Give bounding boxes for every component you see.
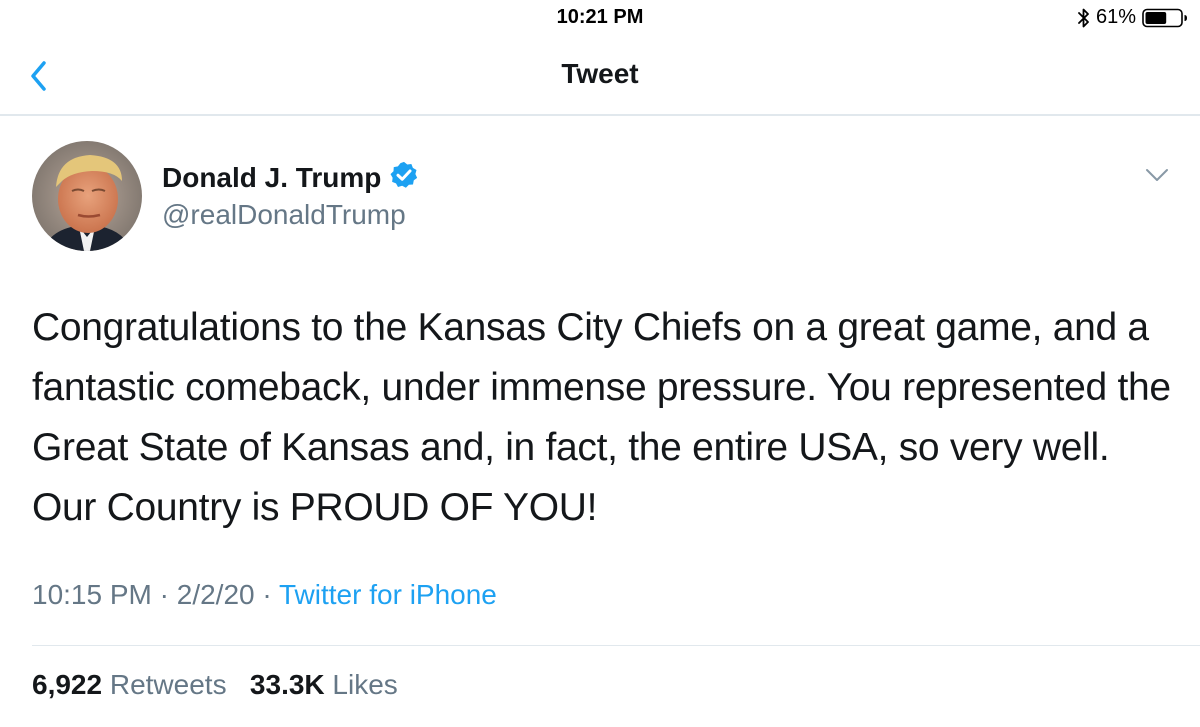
tweet-meta: 10:15 PM · 2/2/20 · Twitter for iPhone [32,579,497,611]
author-name-row[interactable]: Donald J. Trump [162,160,419,195]
tweet-source-link[interactable]: Twitter for iPhone [279,579,497,610]
retweets-label: Retweets [109,669,227,700]
verified-badge-icon [389,160,419,195]
meta-separator: · [262,579,272,610]
tweet-date: 2/2/20 [176,579,255,610]
user-handle[interactable]: @realDonaldTrump [162,199,406,231]
tweet-text: Congratulations to the Kansas City Chief… [32,306,1171,529]
retweets-stat[interactable]: 6,922 Retweets [32,669,227,700]
tweet-options-button[interactable] [1144,166,1170,184]
likes-stat[interactable]: 33.3K Likes [250,669,398,700]
battery-icon [1142,8,1188,28]
retweets-count: 6,922 [32,669,103,700]
status-time: 10:21 PM [556,6,644,28]
nav-bar: Tweet [0,40,1200,116]
likes-count: 33.3K [249,669,325,700]
page-title: Tweet [561,58,639,89]
tweet-stats: 6,922 Retweets 33.3K Likes [32,669,398,701]
avatar[interactable] [32,141,142,251]
battery-percent: 61% [1095,6,1136,28]
likes-label: Likes [332,669,398,700]
chevron-down-icon [1146,169,1168,181]
divider [32,645,1200,646]
status-bar: 10:21 PM 61% [0,0,1200,40]
status-indicators: 61% [1078,6,1188,29]
tweet-time: 10:15 PM [32,579,152,610]
bluetooth-icon [1078,8,1090,28]
display-name[interactable]: Donald J. Trump [162,162,381,194]
profile-photo [32,141,142,251]
meta-separator: · [159,579,169,610]
